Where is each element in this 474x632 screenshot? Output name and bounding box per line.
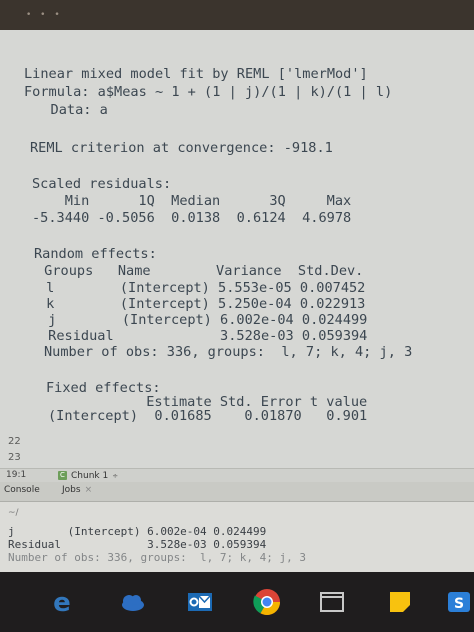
console-line: (Intercept) 0.01685 0.01870 0.901 xyxy=(48,408,368,424)
console-line: j (Intercept) 6.002e-04 0.024499 xyxy=(40,312,368,328)
chrome-icon[interactable] xyxy=(245,580,289,624)
onedrive-icon[interactable] xyxy=(110,580,154,624)
console-line: Formula: a$Meas ~ 1 + (1 | j)/(1 | k)/(1… xyxy=(24,84,393,100)
svg-text:e: e xyxy=(53,588,71,617)
editor-status-bar: 19:1 C Chunk 1 ÷ xyxy=(0,468,474,482)
console-line: j (Intercept) 6.002e-04 0.024499 xyxy=(8,525,267,538)
console-line: Number of obs: 336, groups: l, 7; k, 4; … xyxy=(44,344,413,360)
console-line: l (Intercept) 5.553e-05 0.007452 xyxy=(38,280,366,296)
cursor-position: 19:1 xyxy=(6,470,27,480)
console-line: Data: a xyxy=(26,102,108,118)
monitor-bezel: • • • xyxy=(0,0,474,30)
console-output-pane[interactable]: Linear mixed model fit by REML ['lmerMod… xyxy=(0,30,474,498)
outlook-icon[interactable] xyxy=(178,580,222,624)
window-icon[interactable] xyxy=(310,580,354,624)
console-line: Groups Name Variance Std.Dev. xyxy=(36,263,364,279)
tab-jobs-label: Jobs xyxy=(62,485,81,495)
console-line: REML criterion at convergence: -918.1 xyxy=(30,140,333,156)
sticky-notes-icon[interactable] xyxy=(378,580,422,624)
console-line: k (Intercept) 5.250e-04 0.022913 xyxy=(38,296,366,312)
console-output: Linear mixed model fit by REML ['lmerMod… xyxy=(0,30,474,468)
edge-icon[interactable]: e xyxy=(40,580,84,624)
chunk-icon: C xyxy=(58,471,67,480)
bezel-dots: • • • xyxy=(26,10,63,20)
console-line: Scaled residuals: xyxy=(32,176,172,192)
line-number: 22 xyxy=(8,436,21,447)
console-line: Linear mixed model fit by REML ['lmerMod… xyxy=(24,66,368,82)
console-tabbar: Console Jobs × xyxy=(0,482,474,502)
app-icon[interactable]: S xyxy=(440,580,474,624)
console-line: Random effects: xyxy=(34,246,157,262)
svg-text:S: S xyxy=(454,596,464,612)
tab-console[interactable]: Console xyxy=(4,485,40,495)
console-line: Residual 3.528e-03 0.059394 xyxy=(8,538,267,551)
chunk-navigator[interactable]: C Chunk 1 ÷ xyxy=(58,469,118,482)
console-line: Residual 3.528e-03 0.059394 xyxy=(40,328,368,344)
console-line: Number of obs: 336, groups: l, 7; k, 4; … xyxy=(8,551,307,564)
console-line: -5.3440 -0.5056 0.0138 0.6124 4.6978 xyxy=(32,210,352,226)
working-directory[interactable]: ~/ xyxy=(8,508,19,518)
line-number: 23 xyxy=(8,452,21,463)
console-line: Min 1Q Median 3Q Max xyxy=(32,193,352,209)
chunk-dropdown-icon[interactable]: ÷ xyxy=(112,472,118,480)
windows-taskbar: e S xyxy=(0,572,474,632)
close-icon[interactable]: × xyxy=(85,485,93,495)
chunk-label: Chunk 1 xyxy=(71,470,109,481)
tab-jobs[interactable]: Jobs × xyxy=(62,485,92,495)
console-panel[interactable]: Console Jobs × ~/ j (Intercept) 6.002e-04… xyxy=(0,482,474,572)
